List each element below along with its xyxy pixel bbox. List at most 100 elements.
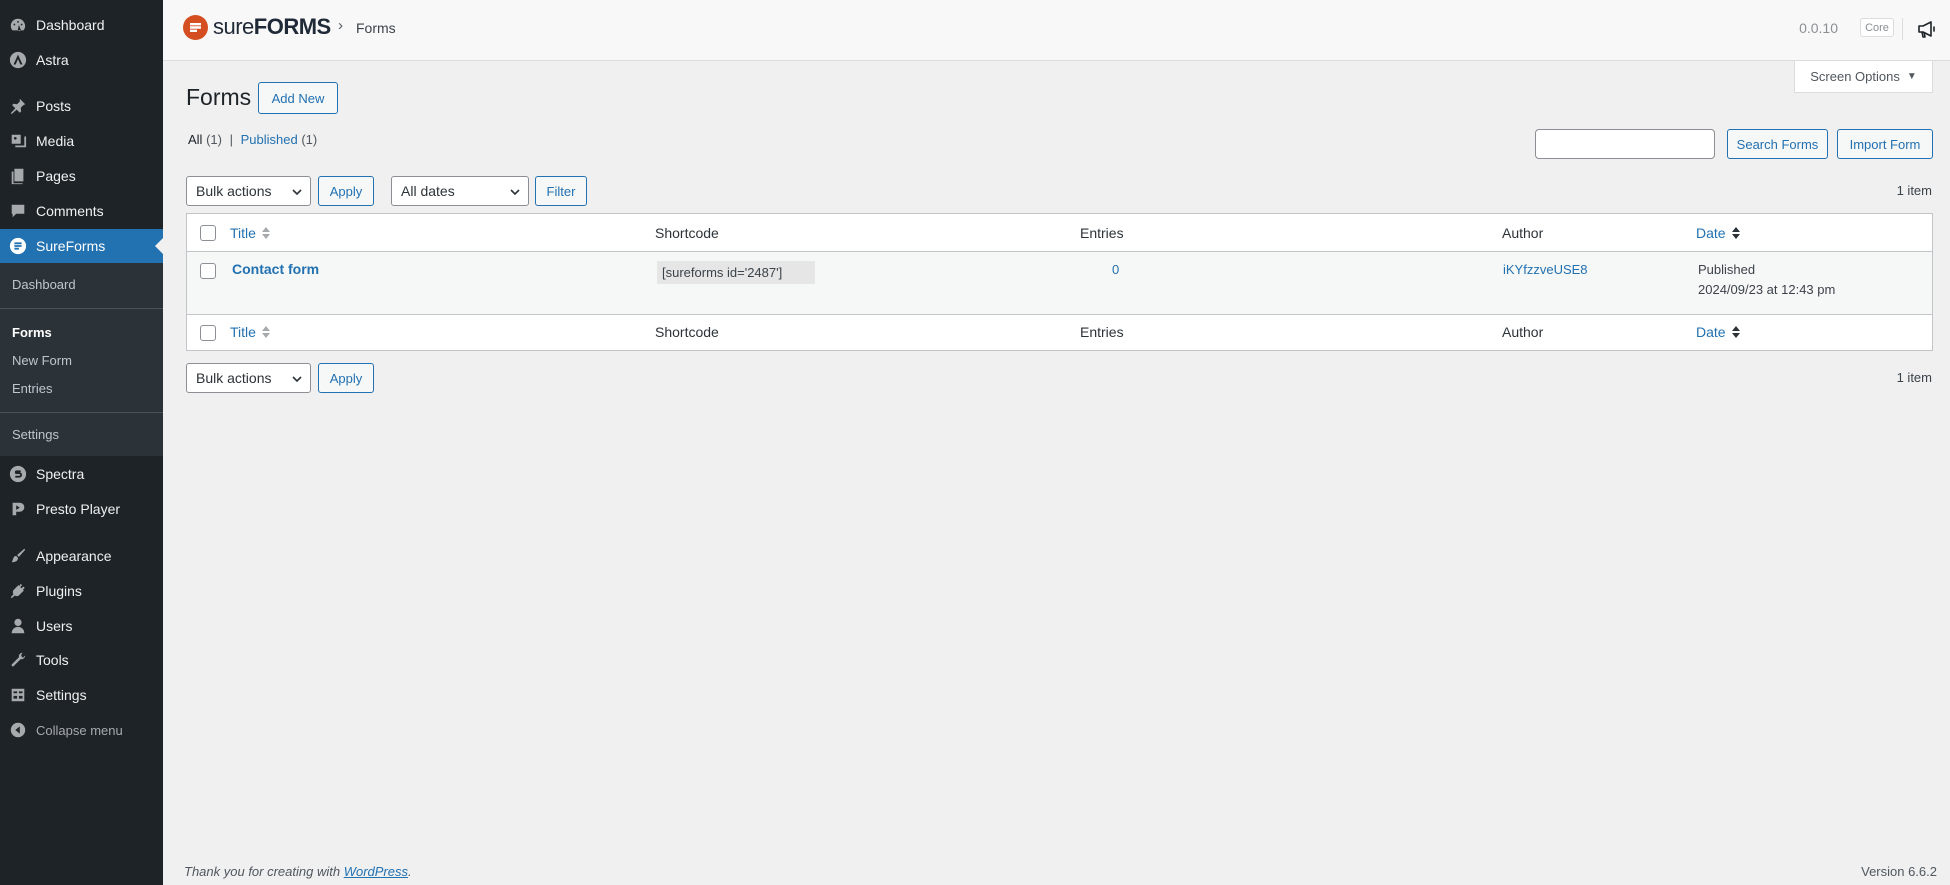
sureforms-logo[interactable]: sureFORMS <box>183 14 331 40</box>
author-link[interactable]: iKYfzzveUSE8 <box>1503 262 1588 277</box>
sidebar-item-appearance[interactable]: Appearance <box>0 539 163 573</box>
wrench-icon <box>8 650 28 670</box>
breadcrumb-separator: › <box>338 17 343 34</box>
sidebar-item-users[interactable]: Users <box>0 609 163 643</box>
dates-filter-value: All dates <box>401 183 455 199</box>
submenu-item-new-form[interactable]: New Form <box>12 353 72 368</box>
column-date-header[interactable]: Date <box>1696 225 1740 241</box>
footer-version: Version 6.6.2 <box>1861 864 1937 879</box>
spectra-icon <box>8 464 28 484</box>
sidebar-item-label: Plugins <box>36 583 82 599</box>
sidebar-item-presto-player[interactable]: Presto Player <box>0 492 163 526</box>
form-title-link[interactable]: Contact form <box>232 261 319 277</box>
column-title-footer[interactable]: Title <box>230 324 270 340</box>
views-separator: | <box>229 132 233 147</box>
submenu-item-settings[interactable]: Settings <box>12 427 59 442</box>
core-badge: Core <box>1860 18 1894 37</box>
search-input[interactable] <box>1535 129 1715 159</box>
bulk-actions-select-bottom[interactable]: Bulk actions <box>186 363 311 393</box>
column-date-footer[interactable]: Date <box>1696 324 1740 340</box>
sidebar-item-label: Astra <box>36 52 69 68</box>
breadcrumb: Forms <box>356 20 396 36</box>
sidebar-item-label: Media <box>36 133 75 149</box>
sidebar-item-label: Spectra <box>36 466 85 482</box>
submenu-item-entries[interactable]: Entries <box>12 381 52 396</box>
sidebar-item-label: Dashboard <box>36 17 105 33</box>
megaphone-icon[interactable] <box>1916 18 1938 40</box>
column-title-header[interactable]: Title <box>230 225 270 241</box>
logo-wordmark: sureFORMS <box>213 14 331 39</box>
sidebar-item-settings[interactable]: Settings <box>0 678 163 712</box>
pages-icon <box>8 166 28 186</box>
media-icon <box>8 131 28 151</box>
view-published-count: (1) <box>301 132 318 147</box>
column-author-footer: Author <box>1502 324 1544 340</box>
chevron-down-icon <box>292 376 302 383</box>
add-new-button[interactable]: Add New <box>258 82 338 114</box>
sidebar-item-label: SureForms <box>36 238 106 254</box>
shortcode-field[interactable]: [sureforms id='2487'] <box>657 261 815 284</box>
table-header: Title Shortcode Entries Author Date <box>187 214 1932 252</box>
chevron-down-icon <box>292 189 302 196</box>
sidebar-item-astra[interactable]: Astra <box>0 43 163 77</box>
sidebar-item-media[interactable]: Media <box>0 124 163 158</box>
view-published-link[interactable]: Published <box>241 132 298 147</box>
admin-sidebar: Dashboard Astra Posts Media Pages Commen… <box>0 0 163 885</box>
submenu-divider <box>0 412 163 413</box>
column-entries-footer: Entries <box>1080 324 1124 340</box>
column-author-header: Author <box>1502 225 1544 241</box>
submenu-item-forms[interactable]: Forms <box>12 325 52 340</box>
footer-period: . <box>408 864 412 879</box>
column-entries-header: Entries <box>1080 225 1124 241</box>
collapse-menu-button[interactable]: Collapse menu <box>0 713 163 747</box>
sidebar-item-label: Appearance <box>36 548 112 564</box>
column-title-label: Title <box>230 324 256 340</box>
import-form-button[interactable]: Import Form <box>1837 129 1933 159</box>
select-all-checkbox-bottom[interactable] <box>200 325 216 341</box>
footer-thanks: Thank you for creating with WordPress. <box>184 864 412 879</box>
column-shortcode-footer: Shortcode <box>655 324 719 340</box>
sidebar-item-plugins[interactable]: Plugins <box>0 574 163 608</box>
select-all-checkbox[interactable] <box>200 225 216 241</box>
search-forms-button[interactable]: Search Forms <box>1727 129 1828 159</box>
footer-thanks-text: Thank you for creating with <box>184 864 341 879</box>
submenu-item-dashboard[interactable]: Dashboard <box>12 277 76 292</box>
filter-button[interactable]: Filter <box>535 176 587 206</box>
sort-icon <box>261 326 270 338</box>
sidebar-item-dashboard[interactable]: Dashboard <box>0 8 163 42</box>
bulk-actions-value: Bulk actions <box>196 370 272 386</box>
items-count-bottom: 1 item <box>1896 370 1932 385</box>
sidebar-item-comments[interactable]: Comments <box>0 194 163 228</box>
caret-down-icon: ▼ <box>1906 71 1917 82</box>
bulk-actions-select[interactable]: Bulk actions <box>186 176 311 206</box>
items-count-top: 1 item <box>1896 183 1932 198</box>
row-checkbox[interactable] <box>200 263 216 279</box>
column-shortcode-header: Shortcode <box>655 225 719 241</box>
screen-options-button[interactable]: Screen Options ▼ <box>1794 61 1933 93</box>
apply-button[interactable]: Apply <box>318 176 374 206</box>
column-date-label: Date <box>1696 225 1726 241</box>
user-icon <box>8 616 28 636</box>
plugin-header: sureFORMS › Forms 0.0.10 Core <box>163 0 1950 61</box>
sidebar-item-spectra[interactable]: Spectra <box>0 457 163 491</box>
header-divider <box>1902 18 1903 40</box>
sidebar-item-sureforms[interactable]: SureForms <box>0 229 163 263</box>
column-date-label: Date <box>1696 324 1726 340</box>
sidebar-item-pages[interactable]: Pages <box>0 159 163 193</box>
sidebar-item-label: Posts <box>36 98 72 114</box>
sidebar-item-posts[interactable]: Posts <box>0 89 163 123</box>
column-title-label: Title <box>230 225 256 241</box>
comment-icon <box>8 201 28 221</box>
view-all-link[interactable]: All <box>188 132 202 147</box>
view-all-count: (1) <box>206 132 222 147</box>
status-views: All (1) | Published (1) <box>188 132 317 147</box>
sidebar-item-tools[interactable]: Tools <box>0 643 163 677</box>
sureforms-icon <box>8 236 28 256</box>
apply-button-bottom[interactable]: Apply <box>318 363 374 393</box>
dates-filter-select[interactable]: All dates <box>391 176 529 206</box>
entries-count-link[interactable]: 0 <box>1112 262 1119 277</box>
wordpress-link[interactable]: WordPress <box>344 864 408 879</box>
plugin-version: 0.0.10 <box>1799 20 1838 36</box>
chevron-down-icon <box>510 189 520 196</box>
paintbrush-icon <box>8 546 28 566</box>
